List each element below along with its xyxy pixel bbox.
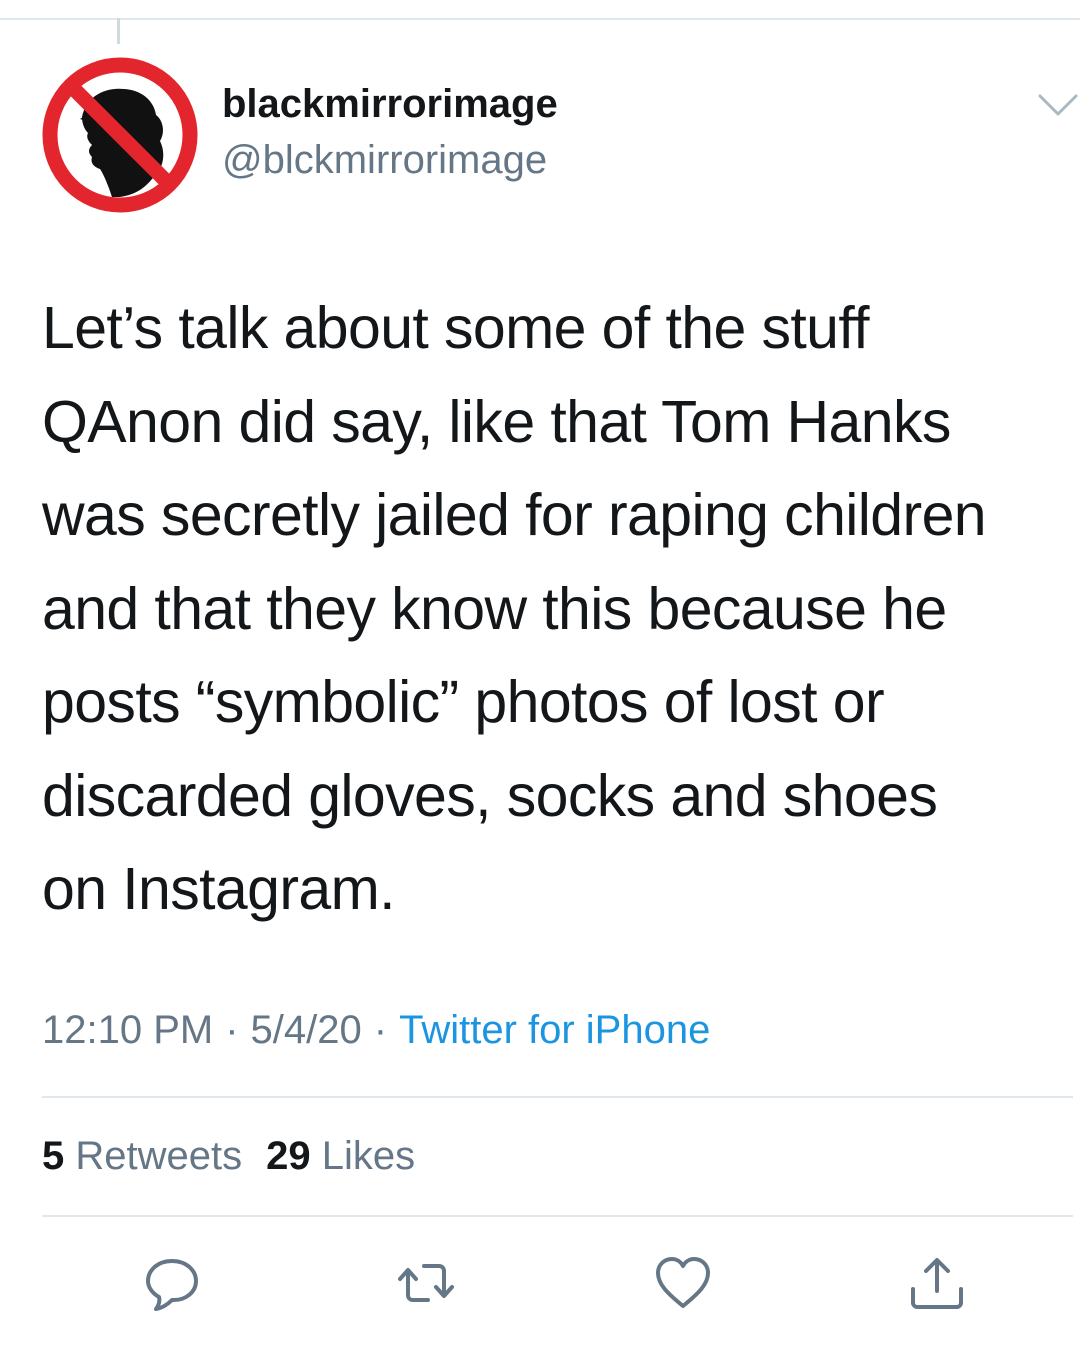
- avatar-image: [42, 57, 198, 213]
- top-divider: [0, 18, 1080, 20]
- author-display-name[interactable]: blackmirrorimage: [222, 82, 558, 127]
- tweet-meta: 12:10 PM · 5/4/20 · Twitter for iPhone: [42, 1008, 710, 1053]
- tweet-text-line: on Instagram.: [42, 856, 396, 922]
- tweet-text-line: Let’s talk about some of the stuff: [42, 295, 869, 361]
- share-upload-icon: [911, 1258, 963, 1309]
- meta-separator: ·: [373, 1008, 388, 1052]
- tweet-text-line: discarded gloves, socks and shoes: [42, 762, 938, 829]
- reply-bubble-icon: [146, 1259, 198, 1311]
- stats-bottom-divider: [42, 1215, 1073, 1217]
- retweets-count-link[interactable]: 5 Retweets: [42, 1134, 242, 1178]
- heart-icon: [656, 1257, 710, 1308]
- share-button[interactable]: [907, 1253, 967, 1313]
- tweet-text-line: QAnon did say, like that Tom Hanks: [42, 388, 951, 455]
- meta-separator: ·: [225, 1008, 239, 1052]
- engagement-stats: 5 Retweets 29 Likes: [42, 1134, 439, 1179]
- reply-button[interactable]: [142, 1253, 202, 1313]
- retweets-label: Retweets: [75, 1134, 243, 1178]
- thread-connector: [117, 18, 120, 44]
- tweet-time[interactable]: 12:10 PM: [42, 1008, 213, 1052]
- retweet-button[interactable]: [396, 1253, 456, 1313]
- tweet-text-line: was secretly jailed for raping children: [42, 482, 987, 548]
- tweet-text-line: posts “symbolic” photos of lost or: [42, 669, 885, 735]
- stats-top-divider: [42, 1096, 1073, 1098]
- tweet-text: Let’s talk about some of the stuff QAnon…: [42, 282, 1077, 937]
- likes-count: 29: [266, 1134, 311, 1178]
- retweet-icon: [398, 1264, 454, 1302]
- tweet-date[interactable]: 5/4/20: [251, 1008, 362, 1052]
- avatar[interactable]: [42, 57, 198, 213]
- author-handle[interactable]: @blckmirrorimage: [222, 138, 547, 183]
- like-button[interactable]: [653, 1253, 713, 1313]
- likes-label: Likes: [321, 1134, 416, 1178]
- likes-count-link[interactable]: 29 Likes: [266, 1134, 415, 1178]
- retweets-count: 5: [42, 1134, 65, 1178]
- chevron-down-icon[interactable]: [1036, 90, 1080, 120]
- tweet-text-line: and that they know this because he: [42, 575, 947, 642]
- tweet-source-link[interactable]: Twitter for iPhone: [399, 1008, 710, 1052]
